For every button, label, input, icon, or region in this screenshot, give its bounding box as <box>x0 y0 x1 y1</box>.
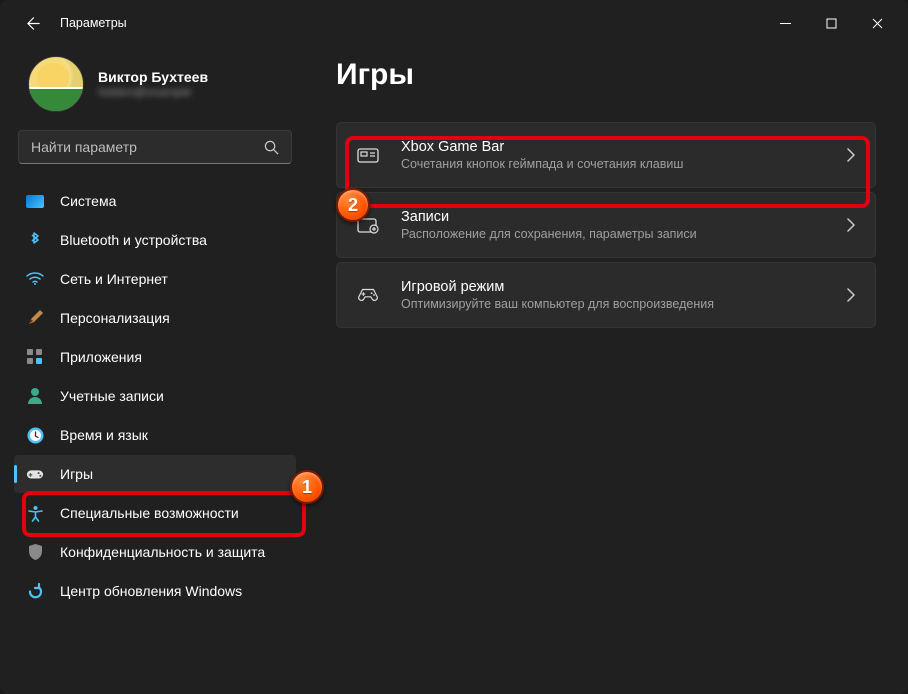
brush-icon <box>26 309 44 327</box>
wifi-icon <box>26 270 44 288</box>
card-title: Игровой режим <box>401 279 825 295</box>
main-pane: Игры Xbox Game Bar Сочетания кнопок гейм… <box>310 46 908 694</box>
search-icon <box>264 140 279 155</box>
close-button[interactable] <box>854 7 900 39</box>
window-controls <box>762 7 900 39</box>
gamepad-icon <box>26 465 44 483</box>
sidebar-item-label: Игры <box>60 466 93 482</box>
accessibility-icon <box>26 504 44 522</box>
bluetooth-icon <box>26 231 44 249</box>
sidebar-item-label: Сеть и Интернет <box>60 271 168 287</box>
maximize-button[interactable] <box>808 7 854 39</box>
sidebar-item-label: Конфиденциальность и защита <box>60 544 265 560</box>
sidebar-item-personalization[interactable]: Персонализация <box>14 299 296 337</box>
sidebar-item-label: Персонализация <box>60 310 170 326</box>
sidebar-item-system[interactable]: Система <box>14 182 296 220</box>
card-game-mode[interactable]: Игровой режим Оптимизируйте ваш компьюте… <box>336 262 876 328</box>
xbox-bar-icon <box>357 146 379 164</box>
sidebar-item-label: Приложения <box>60 349 142 365</box>
nav-list: Система Bluetooth и устройства Сеть и Ин… <box>12 182 298 610</box>
avatar <box>28 56 84 112</box>
chevron-right-icon <box>847 148 855 162</box>
card-title: Xbox Game Bar <box>401 139 825 155</box>
card-subtitle: Расположение для сохранения, параметры з… <box>401 227 825 241</box>
content-area: Виктор Бухтеев hidden@example Система <box>0 46 908 694</box>
titlebar: Параметры <box>0 0 908 46</box>
sidebar-item-label: Центр обновления Windows <box>60 583 242 599</box>
sidebar-item-gaming[interactable]: Игры <box>14 455 296 493</box>
card-text: Записи Расположение для сохранения, пара… <box>401 209 825 241</box>
annotation-badge-1: 1 <box>290 470 324 504</box>
system-icon <box>26 192 44 210</box>
sidebar-item-accessibility[interactable]: Специальные возможности <box>14 494 296 532</box>
settings-window: Параметры Виктор Бухтеев hidden@example <box>0 0 908 694</box>
sidebar-item-label: Специальные возможности <box>60 505 239 521</box>
sidebar-item-label: Bluetooth и устройства <box>60 232 207 248</box>
sidebar-item-label: Время и язык <box>60 427 148 443</box>
window-title: Параметры <box>60 16 127 30</box>
minimize-icon <box>780 18 791 29</box>
card-subtitle: Сочетания кнопок геймпада и сочетания кл… <box>401 157 825 171</box>
card-subtitle: Оптимизируйте ваш компьютер для воспроиз… <box>401 297 825 311</box>
search-box[interactable] <box>18 130 292 164</box>
sidebar-item-accounts[interactable]: Учетные записи <box>14 377 296 415</box>
sidebar-item-label: Система <box>60 193 116 209</box>
sidebar-item-apps[interactable]: Приложения <box>14 338 296 376</box>
game-mode-icon <box>357 287 379 303</box>
profile-email: hidden@example <box>98 85 208 99</box>
card-text: Игровой режим Оптимизируйте ваш компьюте… <box>401 279 825 311</box>
sidebar-item-bluetooth[interactable]: Bluetooth и устройства <box>14 221 296 259</box>
clock-icon <box>26 426 44 444</box>
update-icon <box>26 582 44 600</box>
sidebar: Виктор Бухтеев hidden@example Система <box>0 46 310 694</box>
card-text: Xbox Game Bar Сочетания кнопок геймпада … <box>401 139 825 171</box>
arrow-left-icon <box>26 16 41 31</box>
sidebar-item-privacy[interactable]: Конфиденциальность и защита <box>14 533 296 571</box>
profile-name: Виктор Бухтеев <box>98 69 208 85</box>
profile-info: Виктор Бухтеев hidden@example <box>98 69 208 99</box>
page-title: Игры <box>336 58 876 92</box>
profile-block[interactable]: Виктор Бухтеев hidden@example <box>12 48 298 130</box>
annotation-badge-2: 2 <box>336 188 370 222</box>
sidebar-item-time[interactable]: Время и язык <box>14 416 296 454</box>
card-title: Записи <box>401 209 825 225</box>
search-input[interactable] <box>31 139 264 155</box>
close-icon <box>872 18 883 29</box>
shield-icon <box>26 543 44 561</box>
card-captures[interactable]: Записи Расположение для сохранения, пара… <box>336 192 876 258</box>
chevron-right-icon <box>847 288 855 302</box>
sidebar-item-update[interactable]: Центр обновления Windows <box>14 572 296 610</box>
minimize-button[interactable] <box>762 7 808 39</box>
person-icon <box>26 387 44 405</box>
chevron-right-icon <box>847 218 855 232</box>
sidebar-item-label: Учетные записи <box>60 388 164 404</box>
sidebar-item-network[interactable]: Сеть и Интернет <box>14 260 296 298</box>
maximize-icon <box>826 18 837 29</box>
card-xbox-game-bar[interactable]: Xbox Game Bar Сочетания кнопок геймпада … <box>336 122 876 188</box>
apps-icon <box>26 348 44 366</box>
back-button[interactable] <box>16 6 50 40</box>
